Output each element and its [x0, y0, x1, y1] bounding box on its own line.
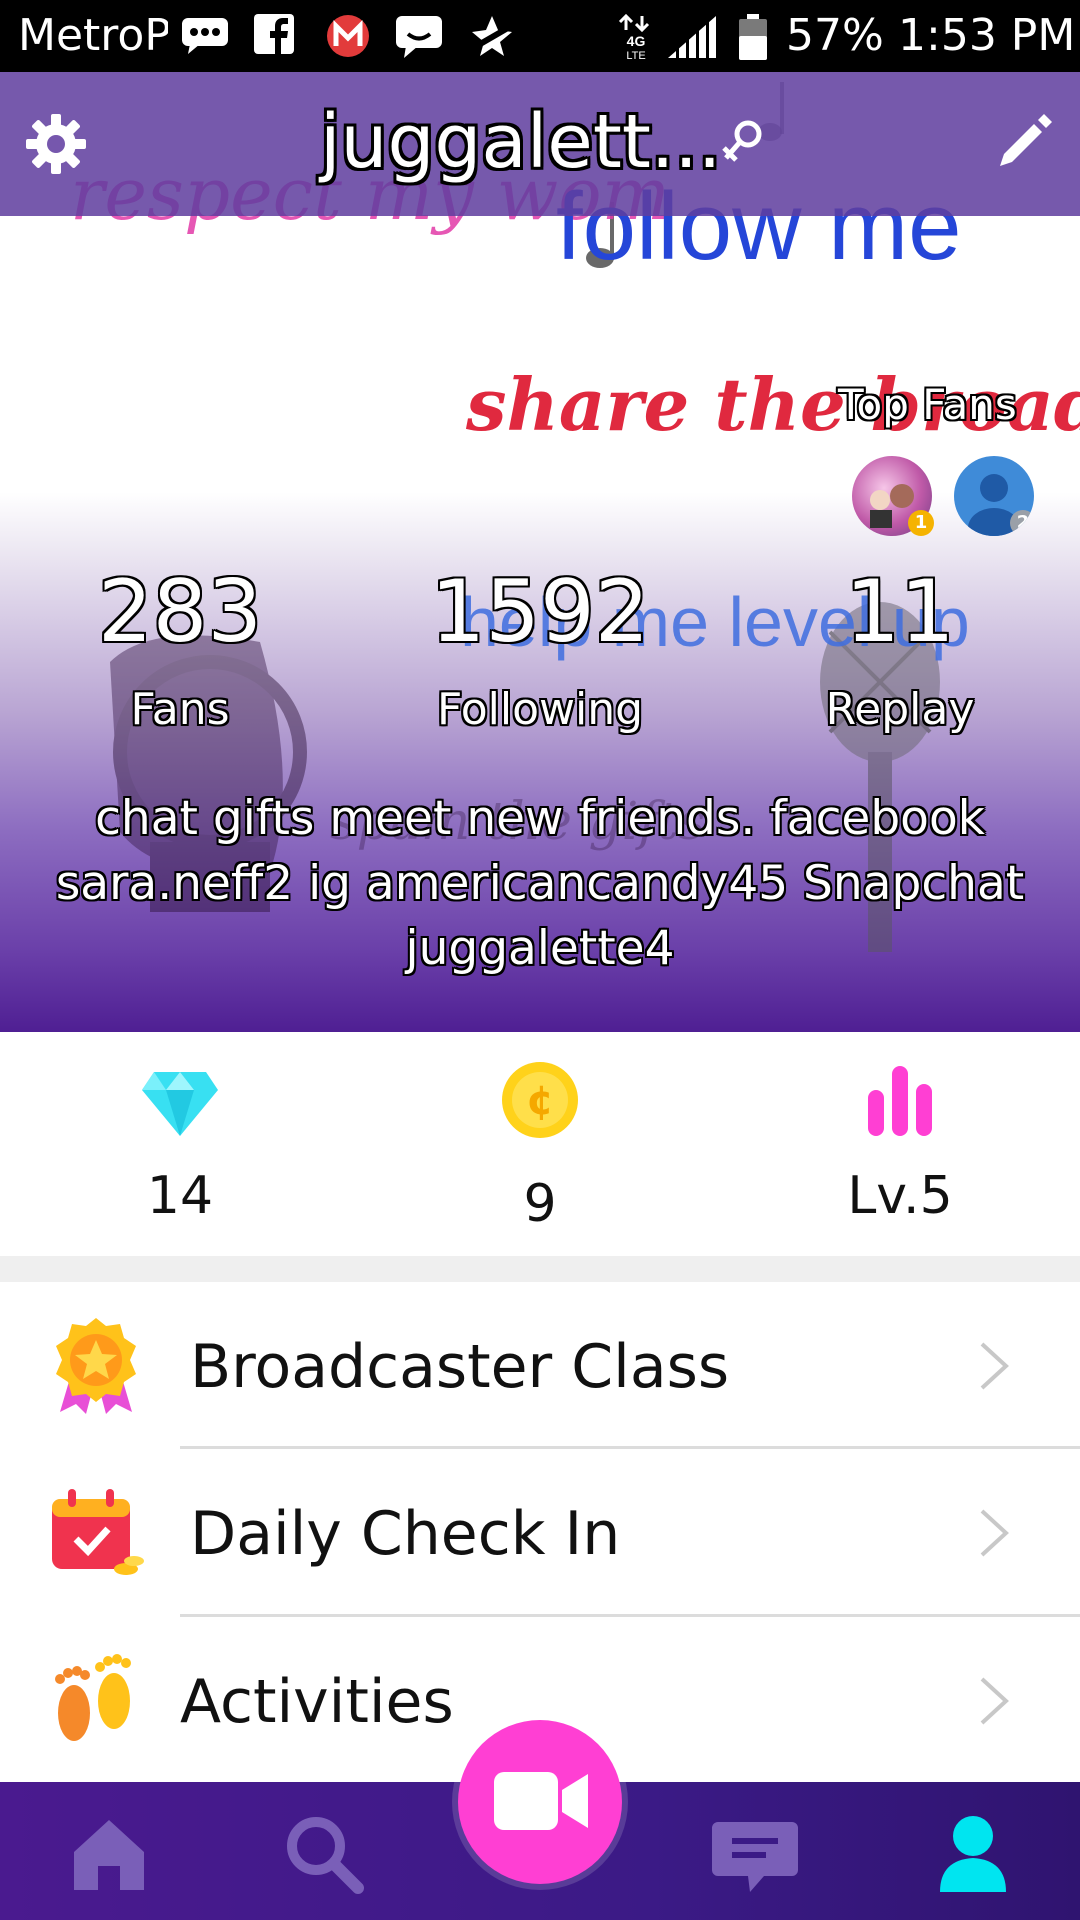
level-status[interactable]: Lv.5: [750, 1032, 1050, 1256]
clock: 1:53 PM: [898, 10, 1076, 61]
battery-percentage: 57%: [786, 10, 884, 61]
replay-label[interactable]: Replay: [750, 682, 1050, 738]
profile-bio: chat gifts meet new friends. facebook sa…: [55, 791, 1025, 976]
menu-label: Daily Check In: [190, 1499, 621, 1569]
coins-count: 9: [523, 1174, 557, 1234]
chevron-right-icon: [980, 1509, 1009, 1557]
medal-icon: [56, 1318, 136, 1414]
diamonds-balance[interactable]: 14: [30, 1032, 330, 1256]
menu-daily-check-in[interactable]: Daily Check In: [0, 1449, 1080, 1617]
following-count[interactable]: 1592: [390, 562, 690, 662]
home-icon[interactable]: [64, 1808, 154, 1898]
fans-count[interactable]: 283: [30, 562, 330, 662]
top-fans-label: Top Fans: [838, 380, 1017, 429]
message-notification-icon: [182, 18, 228, 54]
chevron-right-icon: [980, 1342, 1009, 1390]
settings-gear-icon[interactable]: [24, 112, 88, 176]
diamond-icon: [142, 1072, 218, 1136]
video-camera-icon: [494, 1772, 588, 1830]
profile-icon[interactable]: [928, 1808, 1018, 1898]
level-bars-icon: [868, 1066, 932, 1136]
following-label[interactable]: Following: [390, 682, 690, 738]
gmail-notification-icon: [327, 15, 369, 57]
messages-icon[interactable]: [710, 1808, 800, 1898]
menu-label: Activities: [180, 1667, 454, 1737]
go-live-button[interactable]: [458, 1720, 622, 1884]
coins-balance[interactable]: ¢ 9: [390, 1032, 690, 1256]
fan-rank-badge: 1: [908, 510, 934, 536]
top-fan-avatar-1[interactable]: 1: [852, 456, 934, 536]
footprints-icon: [55, 1654, 131, 1741]
status-bar: MetroPCS 4G LTE 57% 1:53 PM: [0, 0, 1080, 72]
star-app-notification-icon: [471, 16, 514, 56]
wallet-row: 14 ¢ 9 Lv.5: [0, 1032, 1080, 1256]
top-fan-avatar-2[interactable]: 2: [954, 456, 1034, 536]
coin-icon: ¢: [502, 1062, 578, 1138]
coin-symbol: ¢: [526, 1078, 554, 1124]
chat-notification-icon: [396, 16, 442, 58]
lte-data-icon: 4G LTE: [618, 14, 650, 60]
diamonds-count: 14: [146, 1166, 214, 1226]
edit-pencil-icon[interactable]: [994, 112, 1054, 172]
menu-label: Broadcaster Class: [190, 1332, 730, 1402]
search-icon[interactable]: [278, 1808, 368, 1898]
battery-icon: [739, 14, 767, 60]
replay-count[interactable]: 11: [750, 562, 1050, 662]
facebook-notification-icon: [254, 14, 294, 54]
profile-username: juggalett...: [320, 99, 722, 185]
chevron-right-icon: [980, 1677, 1009, 1725]
svg-text:LTE: LTE: [626, 50, 645, 60]
carrier-name: MetroPCS: [18, 10, 168, 61]
fans-label[interactable]: Fans: [30, 682, 330, 738]
profile-banner: respect my wom follow me share the broad…: [0, 72, 1080, 1032]
menu-broadcaster-class[interactable]: Broadcaster Class: [0, 1282, 1080, 1450]
level-value: Lv.5: [847, 1166, 953, 1226]
svg-text:4G: 4G: [627, 33, 646, 49]
fan-rank-badge: 2: [1010, 510, 1034, 536]
section-divider: [0, 1256, 1080, 1282]
calendar-check-icon: [52, 1489, 144, 1575]
female-gender-icon: [722, 120, 762, 162]
signal-strength-icon: [668, 14, 716, 58]
